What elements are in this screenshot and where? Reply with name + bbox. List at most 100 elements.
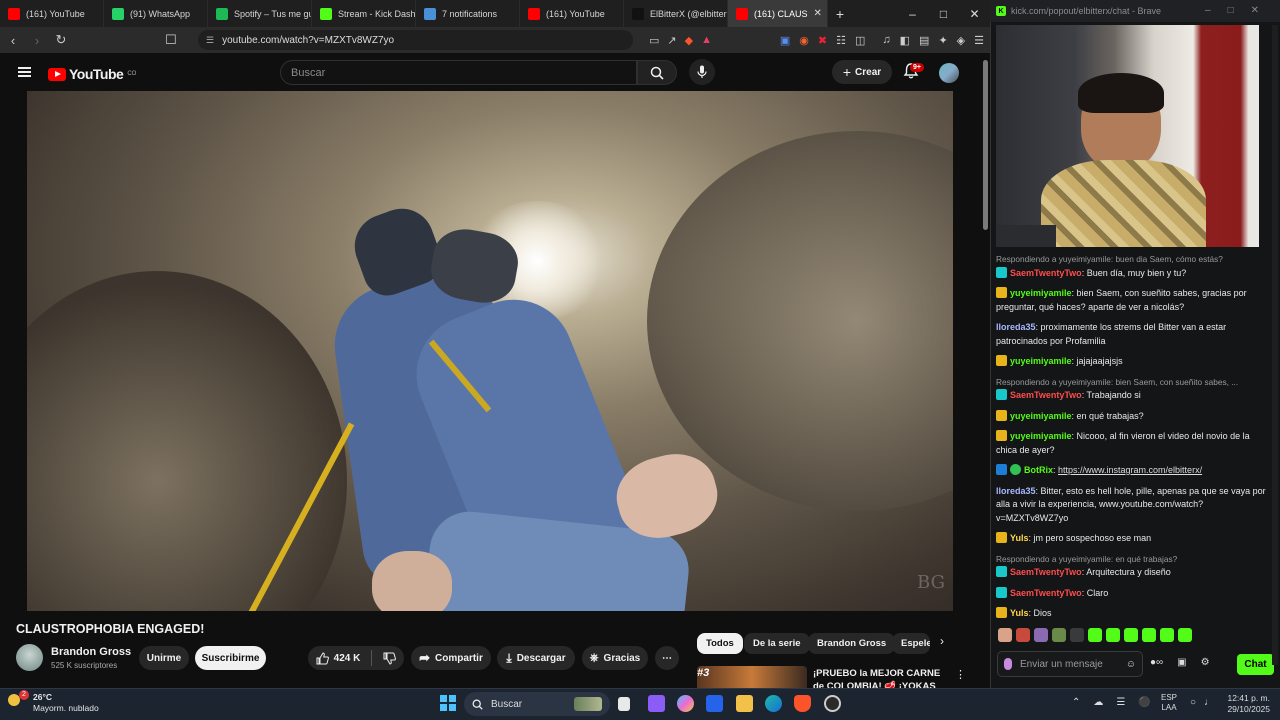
hamburger-menu-icon[interactable] xyxy=(18,67,31,77)
volume-icon[interactable]: ♩ xyxy=(1204,697,1214,708)
download-button[interactable]: ⤓ Descargar xyxy=(497,646,575,670)
onedrive-icon[interactable]: ☁ xyxy=(1093,697,1103,708)
leo-icon[interactable]: ✦ xyxy=(938,34,947,47)
create-button[interactable]: + Crear xyxy=(832,60,892,84)
snipping-tool-icon[interactable] xyxy=(648,695,665,712)
start-button[interactable] xyxy=(440,695,456,711)
media-icon[interactable]: ♫ xyxy=(882,34,890,47)
browser-tab[interactable]: 7 notifications xyxy=(416,0,520,27)
emoji-icon[interactable]: ☺ xyxy=(1126,659,1136,670)
browser-tab[interactable]: (161) YouTube xyxy=(520,0,624,27)
subscribe-button[interactable]: Suscribirme xyxy=(195,646,266,670)
chat-scrollbar[interactable] xyxy=(1272,25,1278,665)
store-icon[interactable]: ▣ xyxy=(1177,657,1186,668)
cast-icon[interactable]: ▭ xyxy=(649,34,659,47)
thanks-button[interactable]: ⎈ Gracias xyxy=(582,646,648,670)
thumbs-down-icon[interactable] xyxy=(383,652,397,665)
join-button[interactable]: Unirme xyxy=(139,646,189,670)
chat-username[interactable]: SaemTwentyTwo xyxy=(1010,567,1082,577)
voice-search-button[interactable] xyxy=(689,59,715,85)
like-button[interactable]: 424 K xyxy=(316,651,360,665)
sidebar-icon[interactable]: ◧ xyxy=(900,34,910,47)
chat-message-input[interactable]: Enviar un mensaje ☺ xyxy=(997,651,1143,677)
reload-icon[interactable]: ↻ xyxy=(54,32,68,48)
search-button[interactable] xyxy=(637,60,677,85)
chat-username[interactable]: yuyeimiyamile xyxy=(1010,431,1072,441)
emote-icon[interactable] xyxy=(1178,628,1192,642)
chat-username[interactable]: lloreda35 xyxy=(996,486,1036,496)
send-chat-button[interactable]: Chat xyxy=(1237,654,1274,675)
emote-icon[interactable] xyxy=(1106,628,1120,642)
site-info-icon[interactable]: ☰ xyxy=(206,35,214,46)
address-bar[interactable]: ☰ youtube.com/watch?v=MZXTv8WZ7yo xyxy=(198,30,633,50)
chip-all[interactable]: Todos xyxy=(697,633,743,654)
bookmark-icon[interactable]: ☐ xyxy=(164,32,178,48)
maximize-icon[interactable]: □ xyxy=(928,7,959,21)
chip-channel[interactable]: Brandon Gross xyxy=(808,633,896,654)
chips-next-icon[interactable]: › xyxy=(940,634,944,648)
language-indicator[interactable]: ESP LAA xyxy=(1161,693,1177,713)
emote-icon[interactable] xyxy=(1124,628,1138,642)
chat-username[interactable]: yuyeimiyamile xyxy=(1010,288,1072,298)
minimize-icon[interactable]: – xyxy=(1205,5,1211,16)
emote-icon[interactable] xyxy=(1070,628,1084,642)
chip-topic[interactable]: Espeleología xyxy=(892,633,930,654)
chat-reply-context[interactable]: Respondiendo a yuyeimiyamile: buen dia S… xyxy=(996,253,1268,267)
puzzle-icon[interactable]: ☷ xyxy=(836,34,846,47)
more-actions-button[interactable]: ⋯ xyxy=(655,646,679,670)
share-button[interactable]: ➦ Compartir xyxy=(411,646,491,670)
back-icon[interactable]: ‹ xyxy=(6,33,20,48)
obs-icon[interactable] xyxy=(824,695,841,712)
connections-icon[interactable]: ●∞ xyxy=(1150,657,1163,668)
edge-icon[interactable] xyxy=(765,695,782,712)
emote-icon[interactable] xyxy=(1142,628,1156,642)
translate-icon[interactable]: ▣ xyxy=(780,34,790,47)
brave-shield-icon[interactable]: ◆ xyxy=(685,34,693,47)
browser-tab[interactable]: (161) YouTube xyxy=(0,0,104,27)
chat-username[interactable]: BotRix xyxy=(1024,465,1053,475)
extension-icon[interactable]: ✖ xyxy=(818,34,827,47)
search-input[interactable]: Buscar xyxy=(280,60,637,85)
emote-icon[interactable] xyxy=(998,628,1012,642)
video-player[interactable]: BG xyxy=(27,91,953,611)
youtube-logo[interactable]: YouTube CO xyxy=(48,66,136,82)
emote-icon[interactable] xyxy=(1088,628,1102,642)
file-explorer-icon[interactable] xyxy=(736,695,753,712)
chat-username[interactable]: yuyeimiyamile xyxy=(1010,356,1072,366)
chat-username[interactable]: SaemTwentyTwo xyxy=(1010,268,1082,278)
brave-rewards-icon[interactable]: ▲ xyxy=(701,34,712,47)
store-icon[interactable] xyxy=(706,695,723,712)
emote-icon[interactable] xyxy=(1052,628,1066,642)
task-view-icon[interactable] xyxy=(618,697,630,711)
browser-tab[interactable]: Stream - Kick Dashboard xyxy=(312,0,416,27)
browser-tab[interactable]: (161) CLAUS ✕ xyxy=(728,0,828,27)
copilot-icon[interactable] xyxy=(677,695,694,712)
minimize-icon[interactable]: – xyxy=(897,7,928,21)
chip-series[interactable]: De la serie xyxy=(744,633,810,654)
tab-close-icon[interactable]: ✕ xyxy=(814,8,822,19)
channel-name[interactable]: Brandon Gross xyxy=(51,646,131,658)
emote-icon[interactable] xyxy=(1016,628,1030,642)
recommendation-menu-icon[interactable]: ⋮ xyxy=(955,668,966,681)
browser-tab[interactable]: Spotify – Tus me gusta xyxy=(208,0,312,27)
tab-manager-icon[interactable]: ◫ xyxy=(855,34,865,47)
close-icon[interactable]: ✕ xyxy=(959,7,990,21)
recommendation-title[interactable]: ¡PRUEBO la MEJOR CARNE de COLOMBIA! 🥩 ¡Y… xyxy=(813,667,943,688)
chat-reply-context[interactable]: Respondiendo a yuyeimiyamile: en qué tra… xyxy=(996,553,1268,567)
forward-icon[interactable]: › xyxy=(30,33,44,48)
vpn-icon[interactable]: ◈ xyxy=(957,34,965,47)
account-avatar[interactable] xyxy=(939,63,959,83)
wallet-icon[interactable]: ▤ xyxy=(919,34,929,47)
extension-icon[interactable]: ◉ xyxy=(799,34,809,47)
browser-tab[interactable]: ElBitterX (@elbitterx) xyxy=(624,0,728,27)
browser-tab[interactable]: (91) WhatsApp xyxy=(104,0,208,27)
chat-username[interactable]: SaemTwentyTwo xyxy=(1010,390,1082,400)
emote-icon[interactable] xyxy=(1034,628,1048,642)
menu-icon[interactable]: ☰ xyxy=(974,34,984,47)
scrollbar-thumb[interactable] xyxy=(983,60,988,230)
wifi-icon[interactable]: ○ xyxy=(1190,697,1196,708)
system-clock[interactable]: 12:41 p. m. 29/10/2025 xyxy=(1222,693,1270,715)
maximize-icon[interactable]: □ xyxy=(1228,5,1234,16)
new-tab-button[interactable]: + xyxy=(828,6,852,22)
chat-username[interactable]: Yuls xyxy=(1010,533,1029,543)
